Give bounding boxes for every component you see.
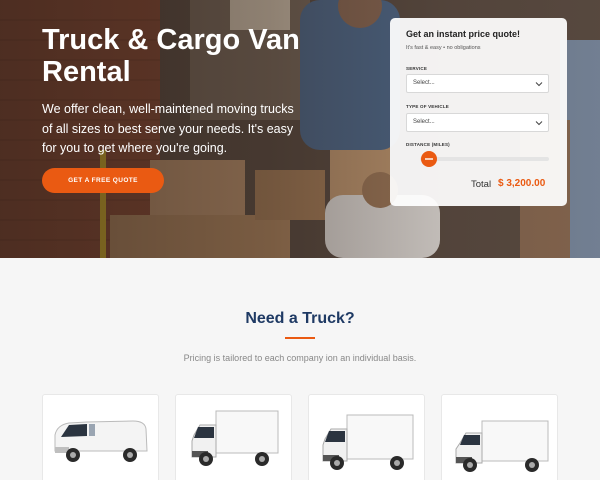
hero-description: We offer clean, well-maintened moving tr… xyxy=(42,102,294,155)
cargo-van-icon xyxy=(54,420,148,462)
total-value: $ 3,200.00 xyxy=(498,178,546,189)
vehicle-card-van[interactable] xyxy=(42,394,159,480)
section-title-underline xyxy=(285,337,315,339)
chevron-down-icon xyxy=(535,82,543,87)
distance-slider-thumb[interactable] xyxy=(421,151,437,167)
vehicle-card-truck-small[interactable] xyxy=(175,394,292,480)
get-free-quote-button[interactable]: GET A FREE QUOTE xyxy=(42,168,164,193)
vehicle-card-truck-large[interactable] xyxy=(441,394,558,480)
box-truck-icon xyxy=(455,420,549,472)
hero-section: Truck & Cargo Van Rental We offer clean,… xyxy=(0,0,600,258)
box-truck-icon xyxy=(191,410,279,466)
service-label: SERVICE xyxy=(406,66,428,71)
service-select[interactable]: Select... xyxy=(406,74,549,93)
vehicle-type-select[interactable]: Select... xyxy=(406,113,549,132)
quote-title: Get an instant price quote! xyxy=(406,29,521,39)
chevron-down-icon xyxy=(535,121,543,126)
distance-slider-track[interactable] xyxy=(420,157,549,161)
section-subtitle: Pricing is tailored to each company ion … xyxy=(183,353,417,363)
section-title: Need a Truck? xyxy=(245,310,355,327)
quote-subtitle: It's fast & easy • no obligations xyxy=(406,45,481,51)
distance-label: DISTANCE (MILES) xyxy=(406,142,450,147)
service-select-value: Select... xyxy=(413,80,435,86)
vehicle-type-select-value: Select... xyxy=(413,119,435,125)
vehicle-type-label: TYPE OF VEHICLE xyxy=(406,104,450,109)
box-truck-icon xyxy=(322,414,414,470)
total-label: Total xyxy=(471,179,492,190)
vehicle-card-truck-medium[interactable] xyxy=(308,394,425,480)
hero-title: Truck & Cargo Van Rental xyxy=(42,24,300,88)
quote-card: Get an instant price quote! It's fast & … xyxy=(390,18,567,206)
